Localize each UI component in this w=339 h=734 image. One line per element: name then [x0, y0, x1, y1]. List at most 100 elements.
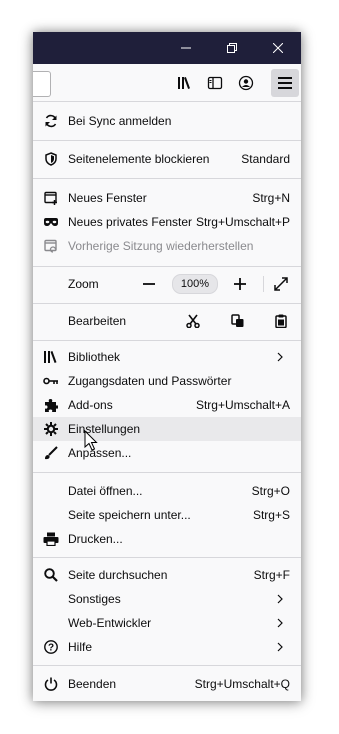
- menu-item-library[interactable]: Bibliothek: [33, 345, 301, 369]
- menu-separator: [33, 665, 301, 666]
- hamburger-menu-button[interactable]: [271, 69, 299, 97]
- account-icon: [238, 75, 254, 91]
- menu-item-find[interactable]: Seite durchsuchen Strg+F: [33, 563, 301, 587]
- library-icon: [43, 349, 59, 365]
- close-window-button[interactable]: [255, 32, 301, 64]
- edit-label: Bearbeiten: [68, 314, 127, 328]
- printer-icon: [43, 531, 59, 547]
- scissors-icon: [186, 314, 200, 328]
- menu-item-open-file[interactable]: Datei öffnen... Strg+O: [33, 479, 301, 503]
- zoom-reset-button[interactable]: 100%: [172, 274, 218, 294]
- menu-separator: [33, 472, 301, 473]
- menu-item-label: Web-Entwickler: [68, 616, 152, 630]
- menu-item-label: Seite durchsuchen: [68, 568, 168, 582]
- chevron-right-icon: [277, 615, 287, 631]
- menu-item-web-developer[interactable]: Web-Entwickler: [33, 611, 301, 635]
- brush-icon: [43, 445, 59, 461]
- menu-item-settings[interactable]: Einstellungen: [33, 417, 301, 441]
- menu-item-addons[interactable]: Add-ons Strg+Umschalt+A: [33, 393, 301, 417]
- menu-item-quit[interactable]: Beenden Strg+Umschalt+Q: [33, 672, 301, 696]
- close-icon: [273, 43, 283, 53]
- menu-item-shortcut: Standard: [241, 152, 290, 166]
- menu-separator: [33, 557, 301, 558]
- menu-item-shortcut: Strg+Umschalt+Q: [194, 677, 290, 691]
- nav-toolbar: [33, 64, 301, 102]
- menu-item-customize[interactable]: Anpassen...: [33, 441, 301, 465]
- menu-item-restore-session: Vorherige Sitzung wiederherstellen: [33, 234, 301, 258]
- minus-icon: [143, 283, 155, 285]
- power-icon: [43, 676, 59, 692]
- fullscreen-button[interactable]: [269, 272, 293, 296]
- zoom-label: Zoom: [68, 277, 99, 291]
- account-button[interactable]: [232, 69, 260, 97]
- zoom-divider: [263, 276, 264, 292]
- menu-item-shortcut: Strg+F: [253, 568, 290, 582]
- library-button[interactable]: [171, 69, 199, 97]
- app-menu-panel: Bei Sync anmelden Seitenelemente blockie…: [33, 102, 301, 701]
- menu-item-shortcut: Strg+N: [252, 191, 290, 205]
- menu-separator: [33, 178, 301, 179]
- menu-item-label: Seitenelemente blockieren: [68, 152, 210, 166]
- fullscreen-icon: [274, 277, 288, 291]
- sync-icon: [43, 113, 59, 129]
- paste-button[interactable]: [269, 309, 293, 333]
- menu-item-label: Neues Fenster: [68, 191, 147, 205]
- menu-item-label: Neues privates Fenster: [68, 215, 193, 229]
- sidebar-button[interactable]: [201, 69, 229, 97]
- menu-item-label: Bibliothek: [68, 350, 121, 364]
- menu-item-print[interactable]: Drucken...: [33, 527, 301, 551]
- menu-item-shortcut: Strg+Umschalt+P: [195, 215, 290, 229]
- menu-item-label: Drucken...: [68, 532, 123, 546]
- menu-item-more[interactable]: Sonstiges: [33, 587, 301, 611]
- menu-item-label: Sonstiges: [68, 592, 121, 606]
- hamburger-menu-icon: [278, 77, 292, 89]
- menu-item-shortcut: Strg+S: [252, 508, 290, 522]
- chevron-right-icon: [277, 639, 287, 655]
- key-icon: [43, 373, 59, 389]
- new-window-icon: [43, 190, 59, 206]
- puzzle-icon: [43, 397, 59, 413]
- restore-button[interactable]: [209, 32, 255, 64]
- minimize-icon: [181, 47, 191, 49]
- menu-item-label: Add-ons: [68, 398, 113, 412]
- menu-separator: [33, 266, 301, 267]
- zoom-out-button[interactable]: [137, 272, 161, 296]
- svg-text:?: ?: [48, 643, 54, 654]
- zoom-controls: Zoom 100%: [33, 271, 301, 297]
- copy-button[interactable]: [226, 309, 250, 333]
- menu-separator: [33, 140, 301, 141]
- browser-window: Bei Sync anmelden Seitenelemente blockie…: [33, 32, 301, 701]
- menu-item-label: Einstellungen: [68, 422, 141, 436]
- menu-separator: [33, 340, 301, 341]
- restore-session-icon: [43, 238, 59, 254]
- menu-item-save-page[interactable]: Seite speichern unter... Strg+S: [33, 503, 301, 527]
- search-icon: [43, 567, 59, 583]
- url-bar[interactable]: [33, 71, 51, 97]
- menu-item-label: Vorherige Sitzung wiederherstellen: [68, 239, 254, 253]
- menu-item-label: Hilfe: [68, 640, 93, 654]
- menu-item-content-blocking[interactable]: Seitenelemente blockieren Standard: [33, 147, 301, 171]
- menu-item-label: Bei Sync anmelden: [68, 114, 172, 128]
- paste-icon: [275, 314, 287, 328]
- menu-item-label: Zugangsdaten und Passwörter: [68, 374, 232, 388]
- menu-item-help[interactable]: ? Hilfe: [33, 635, 301, 659]
- menu-item-label: Beenden: [68, 677, 117, 691]
- menu-item-logins[interactable]: Zugangsdaten und Passwörter: [33, 369, 301, 393]
- plus-icon: [234, 278, 246, 290]
- gear-icon: [43, 421, 59, 437]
- shield-icon: [43, 151, 59, 167]
- copy-icon: [231, 314, 244, 327]
- zoom-in-button[interactable]: [228, 272, 252, 296]
- menu-item-shortcut: Strg+Umschalt+A: [195, 398, 290, 412]
- menu-item-sync[interactable]: Bei Sync anmelden: [33, 109, 301, 133]
- edit-controls: Bearbeiten: [33, 308, 301, 334]
- cut-button[interactable]: [181, 309, 205, 333]
- menu-item-new-window[interactable]: Neues Fenster Strg+N: [33, 186, 301, 210]
- menu-item-label: Datei öffnen...: [68, 484, 143, 498]
- sidebar-icon: [207, 76, 223, 90]
- help-icon: ?: [43, 639, 59, 655]
- menu-item-new-private-window[interactable]: Neues privates Fenster Strg+Umschalt+P: [33, 210, 301, 234]
- minimize-button[interactable]: [163, 32, 209, 64]
- title-bar: [33, 32, 301, 64]
- library-icon: [178, 77, 190, 89]
